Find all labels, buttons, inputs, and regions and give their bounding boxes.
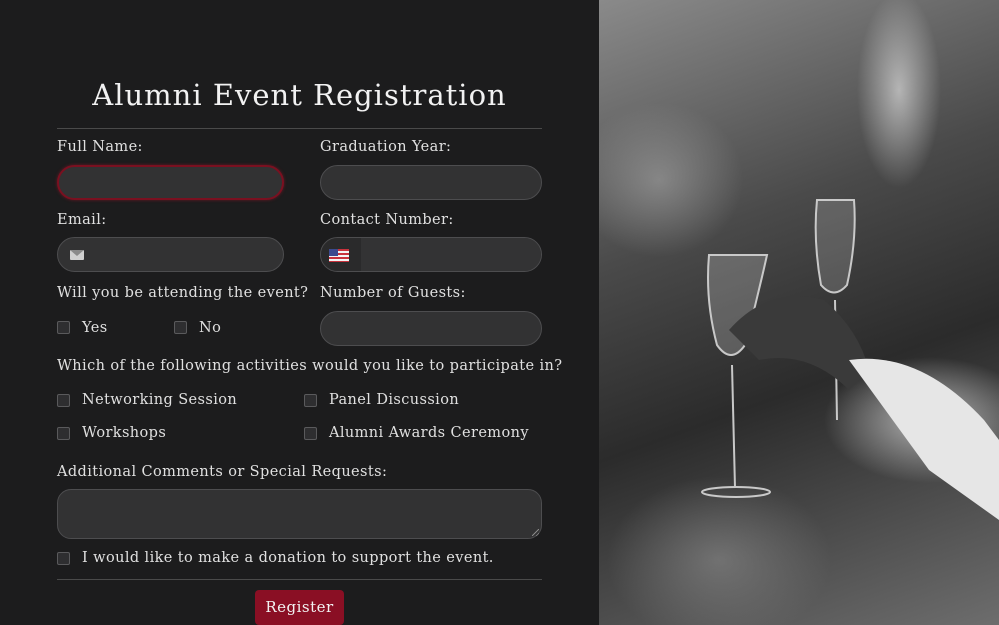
attending-no-checkbox[interactable] xyxy=(174,321,187,334)
resize-grip-icon[interactable] xyxy=(532,529,539,536)
title-divider xyxy=(57,128,542,129)
activities-question: Which of the following activities would … xyxy=(57,358,563,374)
contact-number-input[interactable] xyxy=(361,238,541,271)
registration-form-panel: Alumni Event Registration Full Name: Gra… xyxy=(0,0,599,625)
attending-no-label: No xyxy=(199,320,222,336)
graduation-year-label: Graduation Year: xyxy=(320,139,452,155)
full-name-field[interactable] xyxy=(57,165,284,200)
alumni-awards-label: Alumni Awards Ceremony xyxy=(329,425,529,441)
guests-label: Number of Guests: xyxy=(320,285,466,301)
envelope-icon xyxy=(70,250,84,260)
footer-divider xyxy=(57,579,542,580)
panel-discussion-label: Panel Discussion xyxy=(329,392,460,408)
guests-input[interactable] xyxy=(321,312,541,345)
comments-label: Additional Comments or Special Requests: xyxy=(57,464,388,480)
register-button[interactable]: Register xyxy=(255,590,344,625)
guests-field[interactable] xyxy=(320,311,542,346)
attending-yes-label: Yes xyxy=(82,320,108,336)
attending-yes-checkbox[interactable] xyxy=(57,321,70,334)
email-label: Email: xyxy=(57,212,107,228)
page-title: Alumni Event Registration xyxy=(92,78,507,112)
contact-number-field[interactable] xyxy=(320,237,542,272)
networking-session-checkbox[interactable] xyxy=(57,394,70,407)
contact-number-label: Contact Number: xyxy=(320,212,454,228)
networking-session-label: Networking Session xyxy=(82,392,238,408)
us-flag-icon xyxy=(329,249,349,262)
email-input[interactable] xyxy=(58,238,283,271)
alumni-awards-checkbox[interactable] xyxy=(304,427,317,440)
attending-question: Will you be attending the event? xyxy=(57,285,309,301)
donation-label: I would like to make a donation to suppo… xyxy=(82,550,494,566)
country-selector[interactable] xyxy=(321,238,361,271)
email-field[interactable] xyxy=(57,237,284,272)
graduation-year-field[interactable] xyxy=(320,165,542,200)
comments-textarea[interactable] xyxy=(57,489,542,539)
workshops-label: Workshops xyxy=(82,425,167,441)
full-name-input[interactable] xyxy=(59,167,282,198)
workshops-checkbox[interactable] xyxy=(57,427,70,440)
champagne-toast-image xyxy=(701,199,999,520)
event-photo xyxy=(599,0,999,625)
donation-checkbox[interactable] xyxy=(57,552,70,565)
graduation-year-input[interactable] xyxy=(321,166,541,199)
full-name-label: Full Name: xyxy=(57,139,143,155)
panel-discussion-checkbox[interactable] xyxy=(304,394,317,407)
